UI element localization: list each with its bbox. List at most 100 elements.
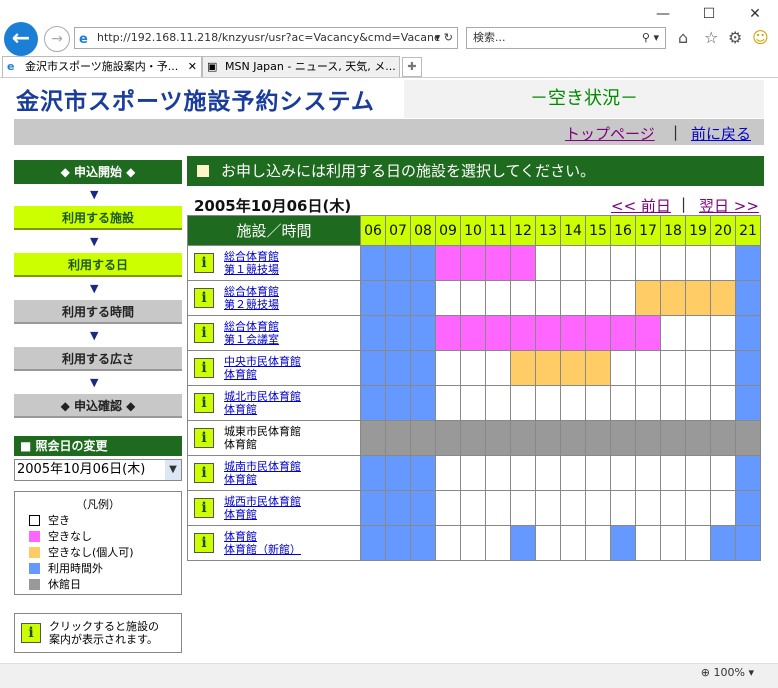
back-link[interactable]: 前に戻る	[691, 123, 751, 144]
time-slot[interactable]	[635, 525, 661, 561]
time-slot[interactable]	[685, 245, 711, 281]
time-slot[interactable]	[660, 245, 686, 281]
facility-name-line1[interactable]: 中央市民体育館	[224, 355, 301, 368]
facility-name-line2[interactable]: 体育館	[224, 403, 257, 416]
time-slot[interactable]	[660, 350, 686, 386]
facility-name-line1[interactable]: 城北市民体育館	[224, 390, 301, 403]
time-slot[interactable]	[560, 385, 586, 421]
time-slot[interactable]	[660, 490, 686, 526]
new-tab-icon[interactable]: ✚	[402, 57, 422, 77]
time-slot[interactable]	[435, 280, 461, 316]
time-slot[interactable]	[610, 245, 636, 281]
date-select[interactable]: 2005年10月06日(木) ▼	[14, 459, 182, 481]
time-slot[interactable]	[485, 280, 511, 316]
address-bar[interactable]: e http://192.168.11.218/knzyusr/usr?ac=V…	[74, 27, 458, 49]
time-slot[interactable]	[710, 315, 736, 351]
time-slot[interactable]	[635, 455, 661, 491]
time-slot[interactable]	[435, 525, 461, 561]
time-slot[interactable]	[485, 385, 511, 421]
facility-name[interactable]: 総合体育館 第１競技場	[224, 250, 279, 276]
time-slot[interactable]	[560, 280, 586, 316]
facility-name-line2[interactable]: 第２競技場	[224, 298, 279, 311]
time-slot[interactable]	[510, 280, 536, 316]
info-icon[interactable]: i	[194, 428, 214, 448]
facility-name-line2[interactable]: 第１競技場	[224, 263, 279, 276]
facility-name[interactable]: 総合体育館 第１会議室	[224, 320, 279, 346]
time-slot[interactable]	[460, 525, 486, 561]
time-slot[interactable]	[435, 455, 461, 491]
time-slot[interactable]	[635, 245, 661, 281]
time-slot[interactable]	[460, 280, 486, 316]
time-slot[interactable]	[685, 455, 711, 491]
home-icon[interactable]: ⌂	[678, 28, 688, 47]
time-slot[interactable]	[660, 455, 686, 491]
info-icon[interactable]: i	[194, 463, 214, 483]
minimize-button[interactable]: —	[648, 6, 678, 22]
time-slot[interactable]	[660, 315, 686, 351]
time-slot[interactable]	[585, 490, 611, 526]
time-slot[interactable]	[585, 455, 611, 491]
time-slot[interactable]	[660, 525, 686, 561]
time-slot[interactable]	[535, 245, 561, 281]
facility-name-line1[interactable]: 総合体育館	[224, 320, 279, 333]
time-slot[interactable]	[460, 455, 486, 491]
facility-name-line2[interactable]: 第１会議室	[224, 333, 279, 346]
facility-name[interactable]: 城北市民体育館 体育館	[224, 390, 301, 416]
time-slot[interactable]	[485, 525, 511, 561]
info-icon[interactable]: i	[194, 288, 214, 308]
facility-name[interactable]: 城西市民体育館 体育館	[224, 495, 301, 521]
top-page-link[interactable]: トップページ	[565, 123, 655, 144]
time-slot[interactable]	[660, 385, 686, 421]
time-slot[interactable]	[610, 280, 636, 316]
time-slot[interactable]	[610, 350, 636, 386]
time-slot[interactable]	[560, 490, 586, 526]
time-slot[interactable]	[460, 385, 486, 421]
time-slot[interactable]	[460, 350, 486, 386]
time-slot[interactable]	[710, 245, 736, 281]
close-window-button[interactable]: ✕	[740, 6, 770, 22]
time-slot[interactable]	[460, 490, 486, 526]
facility-name-line1[interactable]: 城西市民体育館	[224, 495, 301, 508]
time-slot[interactable]	[610, 455, 636, 491]
time-slot[interactable]	[685, 350, 711, 386]
search-input[interactable]: 検索... ⚲ ▾	[466, 27, 666, 49]
facility-name-line1[interactable]: 総合体育館	[224, 250, 279, 263]
step-facility[interactable]: 利用する施設	[14, 206, 182, 230]
time-slot[interactable]	[585, 525, 611, 561]
time-slot[interactable]	[610, 385, 636, 421]
smiley-icon[interactable]: ☺	[752, 28, 769, 47]
time-slot[interactable]	[485, 455, 511, 491]
time-slot[interactable]	[535, 280, 561, 316]
time-slot[interactable]	[610, 490, 636, 526]
time-slot[interactable]	[685, 315, 711, 351]
time-slot[interactable]	[535, 490, 561, 526]
time-slot[interactable]	[685, 385, 711, 421]
facility-name-line1[interactable]: 体育館	[224, 530, 257, 543]
star-icon[interactable]: ☆	[704, 28, 718, 47]
gear-icon[interactable]: ⚙	[728, 28, 742, 47]
zoom-control[interactable]: ⊕ 100% ▾	[701, 666, 754, 679]
time-slot[interactable]	[710, 350, 736, 386]
step-day[interactable]: 利用する日	[14, 253, 182, 277]
facility-name-line2[interactable]: 体育館	[224, 473, 257, 486]
facility-name-line1[interactable]: 城南市民体育館	[224, 460, 301, 473]
search-icon[interactable]: ⚲ ▾	[642, 28, 659, 48]
time-slot[interactable]	[535, 525, 561, 561]
info-icon[interactable]: i	[194, 393, 214, 413]
time-slot[interactable]	[710, 385, 736, 421]
tab-kanazawa[interactable]: e 金沢市スポーツ施設案内・予... ✕	[2, 56, 202, 78]
time-slot[interactable]	[685, 490, 711, 526]
time-slot[interactable]	[435, 490, 461, 526]
time-slot[interactable]	[710, 490, 736, 526]
chevron-down-icon[interactable]: ▼	[165, 460, 181, 480]
facility-name-line2[interactable]: 体育館（新館）	[224, 543, 301, 556]
tab-msn[interactable]: ▣ MSN Japan - ニュース, 天気, メ...	[202, 56, 400, 78]
time-slot[interactable]	[635, 385, 661, 421]
info-icon[interactable]: i	[194, 358, 214, 378]
time-slot[interactable]	[435, 385, 461, 421]
facility-name-line1[interactable]: 総合体育館	[224, 285, 279, 298]
info-icon[interactable]: i	[194, 498, 214, 518]
time-slot[interactable]	[560, 525, 586, 561]
close-tab-icon[interactable]: ✕	[188, 57, 197, 77]
time-slot[interactable]	[560, 455, 586, 491]
